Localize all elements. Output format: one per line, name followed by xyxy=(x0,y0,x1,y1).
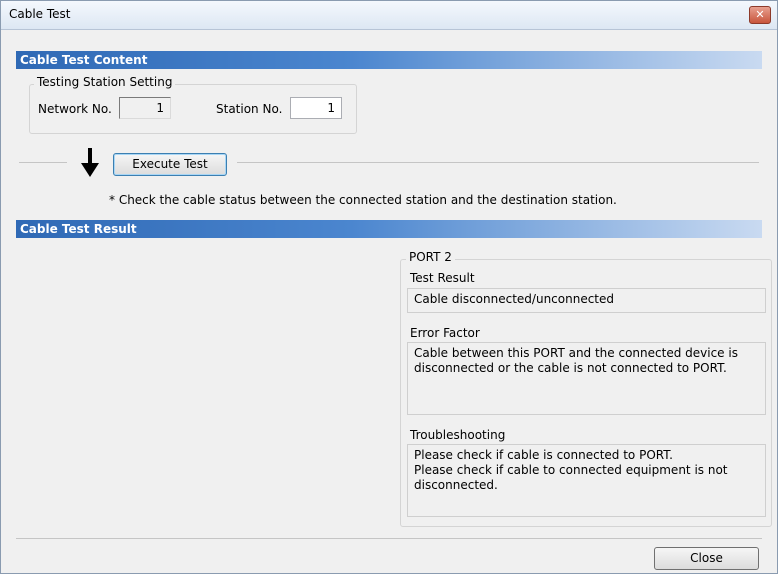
test-result-field: Cable disconnected/unconnected xyxy=(407,288,766,313)
divider-right xyxy=(237,162,759,163)
down-arrow-icon xyxy=(81,148,99,177)
title-bar: Cable Test ✕ xyxy=(1,1,777,30)
execute-test-button[interactable]: Execute Test xyxy=(113,153,227,176)
footer-divider xyxy=(16,538,762,539)
station-no-label: Station No. xyxy=(216,102,283,116)
troubleshooting-label: Troubleshooting xyxy=(410,428,506,442)
test-result-label: Test Result xyxy=(410,271,475,285)
divider-left xyxy=(19,162,67,163)
port-2-legend: PORT 2 xyxy=(406,250,455,264)
testing-station-setting-legend: Testing Station Setting xyxy=(34,75,176,89)
cable-test-result-header: Cable Test Result xyxy=(16,220,762,238)
error-factor-field: Cable between this PORT and the connecte… xyxy=(407,342,766,415)
window-title: Cable Test xyxy=(9,7,71,21)
network-no-label: Network No. xyxy=(38,102,112,116)
error-factor-label: Error Factor xyxy=(410,326,480,340)
close-button[interactable]: Close xyxy=(654,547,759,570)
cable-test-window: Cable Test ✕ Cable Test Content Testing … xyxy=(0,0,778,574)
troubleshooting-field: Please check if cable is connected to PO… xyxy=(407,444,766,517)
network-no-field: 1 xyxy=(119,97,171,119)
close-icon[interactable]: ✕ xyxy=(749,6,771,24)
station-no-input[interactable]: 1 xyxy=(290,97,342,119)
cable-test-content-header: Cable Test Content xyxy=(16,51,762,69)
cable-status-note: * Check the cable status between the con… xyxy=(109,193,617,207)
